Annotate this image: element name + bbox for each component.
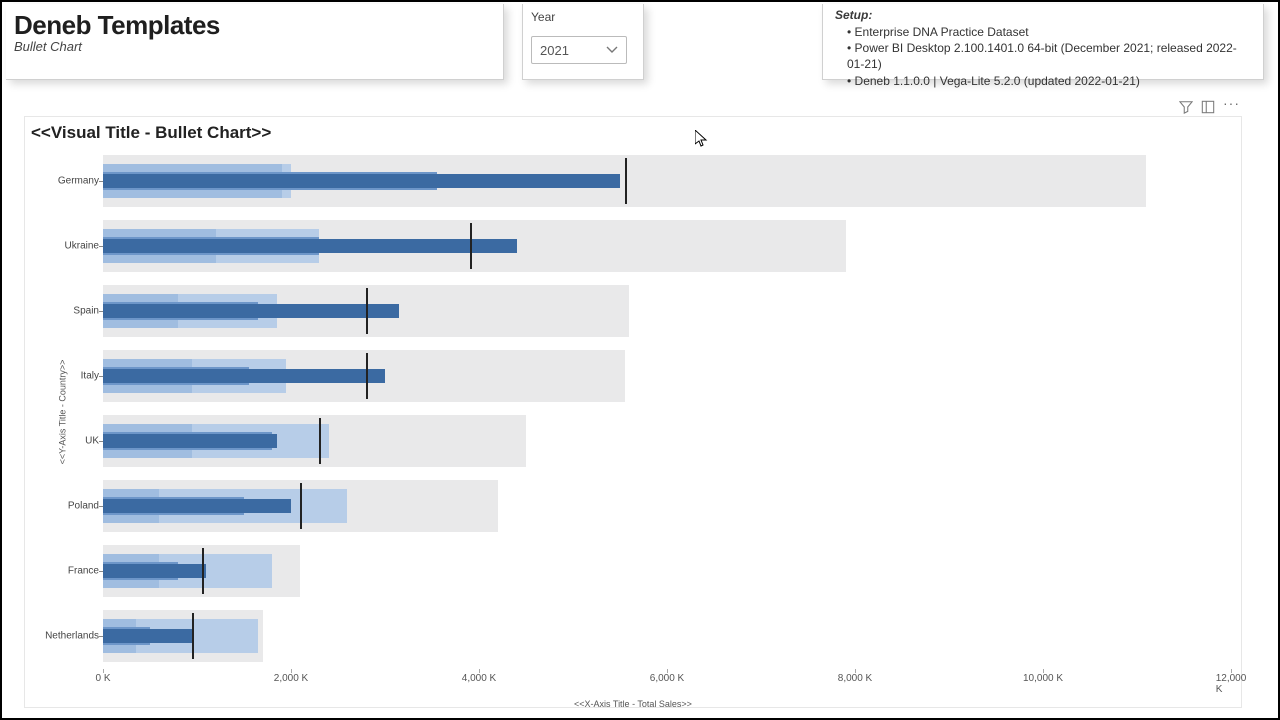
x-tick-label: 8,000 K bbox=[838, 673, 872, 684]
chart-row: Netherlands bbox=[103, 608, 1231, 664]
x-tick-label: 0 K bbox=[95, 673, 110, 684]
y-category-label: France bbox=[35, 566, 99, 577]
year-selected-value: 2021 bbox=[540, 43, 569, 58]
y-category-label: Spain bbox=[35, 306, 99, 317]
y-category-label: Ukraine bbox=[35, 241, 99, 252]
chart-row: Poland bbox=[103, 478, 1231, 534]
setup-list: Enterprise DNA Practice Dataset Power BI… bbox=[835, 24, 1251, 89]
chart-row: UK bbox=[103, 413, 1231, 469]
page-subtitle: Bullet Chart bbox=[14, 39, 495, 54]
setup-item: Power BI Desktop 2.100.1401.0 64-bit (De… bbox=[835, 40, 1251, 72]
year-dropdown[interactable]: 2021 bbox=[531, 36, 627, 64]
chart-row: France bbox=[103, 543, 1231, 599]
setup-card: Setup: Enterprise DNA Practice Dataset P… bbox=[822, 4, 1264, 80]
x-tick-label: 10,000 K bbox=[1023, 673, 1063, 684]
chart-row: Spain bbox=[103, 283, 1231, 339]
more-options-icon[interactable]: ··· bbox=[1223, 98, 1240, 117]
chart-row: Ukraine bbox=[103, 218, 1231, 274]
bullet-chart-visual[interactable]: <<Visual Title - Bullet Chart>> <<Y-Axis… bbox=[24, 116, 1242, 708]
chart-row: Italy bbox=[103, 348, 1231, 404]
y-category-label: Netherlands bbox=[35, 631, 99, 642]
chart-title: <<Visual Title - Bullet Chart>> bbox=[25, 117, 1241, 149]
setup-heading: Setup: bbox=[835, 8, 1251, 22]
plot-area: Germany Ukraine Spain Italy UK Poland France Ne… bbox=[103, 153, 1231, 673]
x-axis-title: <<X-Axis Title - Total Sales>> bbox=[574, 699, 692, 709]
y-category-label: UK bbox=[35, 436, 99, 447]
year-label: Year bbox=[531, 10, 635, 24]
x-axis: 0 K2,000 K4,000 K6,000 K8,000 K10,000 K1… bbox=[103, 673, 1231, 687]
y-category-label: Poland bbox=[35, 501, 99, 512]
page-title: Deneb Templates bbox=[14, 10, 495, 41]
title-card: Deneb Templates Bullet Chart bbox=[6, 4, 504, 80]
y-category-label: Germany bbox=[35, 176, 99, 187]
setup-item: Enterprise DNA Practice Dataset bbox=[835, 24, 1251, 40]
x-tick-label: 4,000 K bbox=[462, 673, 496, 684]
setup-item: Deneb 1.1.0.0 | Vega-Lite 5.2.0 (updated… bbox=[835, 73, 1251, 89]
year-slicer-card: Year 2021 bbox=[522, 4, 644, 80]
chevron-down-icon bbox=[606, 44, 618, 56]
x-tick-label: 6,000 K bbox=[650, 673, 684, 684]
chart-row: Germany bbox=[103, 153, 1231, 209]
x-tick-label: 12,000 K bbox=[1216, 673, 1247, 695]
y-category-label: Italy bbox=[35, 371, 99, 382]
x-tick-label: 2,000 K bbox=[274, 673, 308, 684]
